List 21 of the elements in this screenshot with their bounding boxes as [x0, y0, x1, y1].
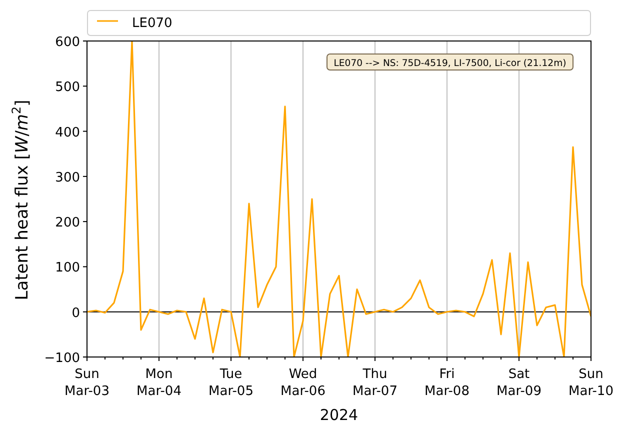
legend-label: LE070	[132, 16, 172, 31]
y-tick-label: 0	[72, 306, 80, 321]
x-tick-label: Sun Mar-10	[568, 367, 614, 399]
x-tick-label: Mon Mar-04	[136, 367, 182, 399]
x-tick-label: Sat Mar-09	[496, 367, 542, 399]
x-tick-label: Sun Mar-03	[64, 367, 110, 399]
x-tick-label: Thu Mar-07	[352, 367, 398, 399]
y-tick-label: 100	[55, 260, 80, 276]
y-tick-label: 400	[55, 125, 80, 140]
annotation: LE070 --> NS: 75D-4519, LI-7500, Li-cor (21.12m)	[334, 58, 566, 69]
x-axis-title: 2024	[320, 406, 358, 424]
y-tick-label: 500	[55, 80, 80, 96]
y-tick-label: 200	[55, 216, 80, 231]
legend-line-icon	[97, 20, 118, 22]
x-tick-label: Fri Mar-08	[424, 367, 470, 399]
y-tick-label: 300	[55, 170, 80, 186]
y-tick-label: 600	[55, 35, 80, 50]
y-tick-label: −100	[44, 351, 80, 366]
x-tick-label: Wed Mar-06	[280, 367, 326, 399]
x-tick-label: Tue Mar-05	[208, 367, 254, 399]
annotation-box: LE070 --> NS: 75D-4519, LI-7500, Li-cor (21.12m)	[326, 54, 574, 70]
